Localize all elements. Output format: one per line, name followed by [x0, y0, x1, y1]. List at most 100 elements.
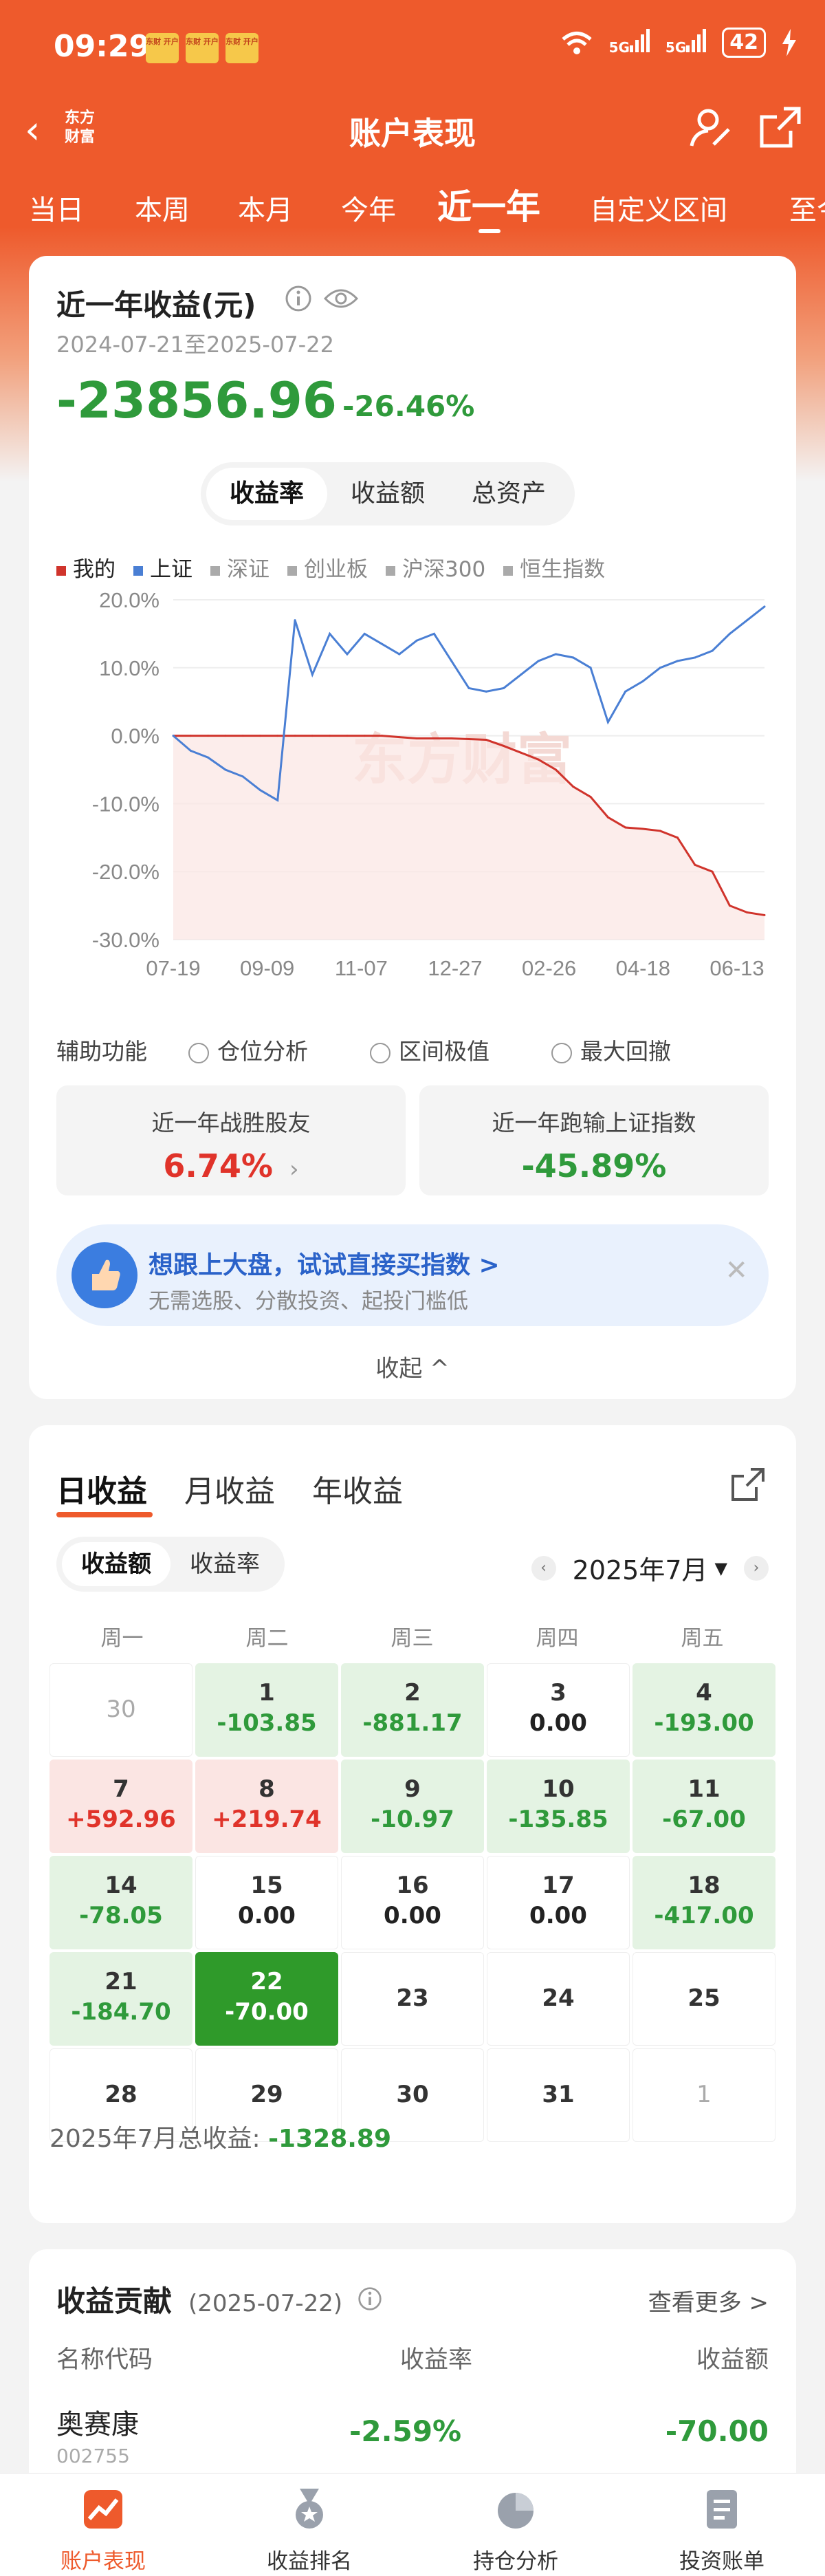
day-number: 29	[250, 2081, 283, 2108]
nav-investment-bill[interactable]: 投资账单	[619, 2474, 825, 2576]
calendar-day[interactable]: 10 -135.85	[487, 1760, 630, 1853]
calendar-day[interactable]: 22 -70.00	[195, 1952, 338, 2046]
data-point	[224, 735, 227, 737]
prev-month-icon[interactable]: ‹	[531, 1555, 556, 1581]
calendar-day[interactable]: 1	[632, 2048, 776, 2142]
tab-yearly[interactable]: 年收益	[312, 1466, 403, 1511]
tab-custom-range[interactable]: 自定义区间	[590, 188, 727, 228]
legend-item[interactable]: 创业板	[287, 552, 368, 583]
calendar-day[interactable]: 21 -184.70	[50, 1952, 192, 2046]
calendar-day[interactable]: 24	[487, 1952, 630, 2046]
share-icon[interactable]	[756, 103, 804, 151]
period-tabs: 当日 本周 本月 今年 近一年 自定义区间 至今	[0, 175, 825, 237]
calendar-day[interactable]: 2 -881.17	[341, 1663, 484, 1757]
y-tick-label: 10.0%	[99, 656, 160, 680]
calendar-day[interactable]: 8 +219.74	[195, 1760, 338, 1853]
active-tab-indicator	[56, 1512, 153, 1517]
day-profit: 0.00	[529, 1902, 587, 1929]
option-max-drawdown[interactable]: 最大回撤	[551, 1033, 671, 1066]
y-tick-label: -30.0%	[92, 928, 160, 952]
stat-vs-shanghai: 近一年跑输上证指数 -45.89%	[419, 1085, 769, 1195]
legend-item[interactable]: 沪深300	[386, 552, 485, 583]
calendar-day[interactable]: 14 -78.05	[50, 1856, 192, 1949]
see-more-link[interactable]: 查看更多 >	[648, 2284, 769, 2317]
summary-title: 近一年收益(元)	[56, 288, 256, 322]
seg-assets[interactable]: 总资产	[448, 468, 569, 520]
seg-rate[interactable]: 收益率	[206, 468, 328, 520]
data-point	[468, 686, 470, 689]
notification-badge: 东财 开户	[226, 33, 258, 63]
tab-today[interactable]: 当日	[29, 188, 84, 228]
seg-rate[interactable]: 收益率	[170, 1542, 279, 1586]
day-number: 23	[396, 1984, 429, 2012]
legend-item[interactable]: 上证	[133, 552, 192, 583]
data-point	[450, 660, 453, 662]
eye-icon[interactable]	[323, 286, 359, 311]
tab-monthly[interactable]: 月收益	[184, 1466, 275, 1511]
calendar-day[interactable]: 30	[50, 1663, 192, 1757]
calendar-day[interactable]: 31	[487, 2048, 630, 2142]
calendar-day[interactable]: 18 -417.00	[632, 1856, 776, 1949]
tab-to-date[interactable]: 至今	[789, 188, 825, 228]
day-number: 10	[542, 1775, 575, 1803]
promo-title: 想跟上大盘，试试直接买指数 >	[148, 1251, 500, 1279]
index-promo-banner[interactable]: 想跟上大盘，试试直接买指数 > 无需选股、分散投资、起投门槛低 ✕	[56, 1224, 769, 1326]
aux-label: 辅助功能	[56, 1038, 147, 1065]
calendar-day[interactable]: 1 -103.85	[195, 1663, 338, 1757]
month-label[interactable]: 2025年7月	[573, 1549, 708, 1587]
data-point	[276, 735, 279, 737]
data-point	[381, 735, 384, 737]
tab-this-week[interactable]: 本周	[135, 188, 190, 228]
stat-beat-peers[interactable]: 近一年战胜股友 6.74% ›	[56, 1085, 406, 1195]
user-settings-icon[interactable]	[688, 103, 736, 151]
legend-item[interactable]: 我的	[56, 552, 116, 583]
profit-rate: -26.46%	[342, 389, 475, 423]
calendar-day[interactable]: 4 -193.00	[632, 1663, 776, 1757]
calendar-day[interactable]: 25	[632, 1952, 776, 2046]
calendar-day[interactable]: 11 -67.00	[632, 1760, 776, 1853]
legend-item[interactable]: 深证	[210, 552, 270, 583]
data-point	[189, 749, 192, 752]
share-icon[interactable]	[727, 1464, 769, 1505]
day-profit: 0.00	[238, 1902, 296, 1929]
calendar-day[interactable]: 7 +592.96	[50, 1760, 192, 1853]
data-point	[537, 758, 540, 761]
data-point	[432, 632, 435, 635]
chevron-down-icon[interactable]: ▼	[715, 1559, 727, 1578]
data-point	[329, 735, 331, 737]
day-number: 25	[688, 1984, 720, 2012]
info-icon[interactable]	[358, 2286, 382, 2311]
calendar-day[interactable]: 16 0.00	[341, 1856, 484, 1949]
collapse-button[interactable]: 收起 ^	[29, 1350, 796, 1383]
seg-amount[interactable]: 收益额	[62, 1542, 170, 1586]
seg-amount[interactable]: 收益额	[327, 468, 448, 520]
data-point	[276, 799, 279, 801]
option-range-extremes[interactable]: 区间极值	[370, 1033, 490, 1066]
day-number: 2	[404, 1679, 421, 1707]
info-icon[interactable]	[285, 285, 312, 312]
tab-this-month[interactable]: 本月	[238, 188, 293, 228]
calendar-day[interactable]: 17 0.00	[487, 1856, 630, 1949]
next-month-icon[interactable]: ›	[744, 1555, 769, 1581]
data-point	[589, 667, 592, 669]
nav-holdings-analysis[interactable]: 持仓分析	[412, 2474, 619, 2576]
data-point	[258, 789, 261, 792]
close-icon[interactable]: ✕	[725, 1255, 748, 1286]
day-profit: -193.00	[654, 1709, 754, 1737]
nav-account-performance[interactable]: 账户表现	[0, 2474, 206, 2576]
data-point	[294, 735, 296, 737]
data-point	[503, 686, 505, 689]
calendar-day[interactable]: 9 -10.97	[341, 1760, 484, 1853]
calendar-day[interactable]: 23	[341, 1952, 484, 2046]
tab-last-year[interactable]: 近一年	[437, 180, 540, 229]
data-point	[659, 667, 661, 669]
day-profit: -417.00	[654, 1902, 754, 1929]
calendar-day[interactable]: 3 0.00	[487, 1663, 630, 1757]
legend-item[interactable]: 恒生指数	[503, 552, 605, 583]
nav-profit-ranking[interactable]: 收益排名	[206, 2474, 412, 2576]
calendar-day[interactable]: 15 0.00	[195, 1856, 338, 1949]
tab-this-year[interactable]: 今年	[341, 188, 396, 228]
data-point	[207, 735, 210, 737]
option-position-analysis[interactable]: 仓位分析	[188, 1033, 308, 1066]
tab-daily[interactable]: 日收益	[56, 1466, 147, 1511]
